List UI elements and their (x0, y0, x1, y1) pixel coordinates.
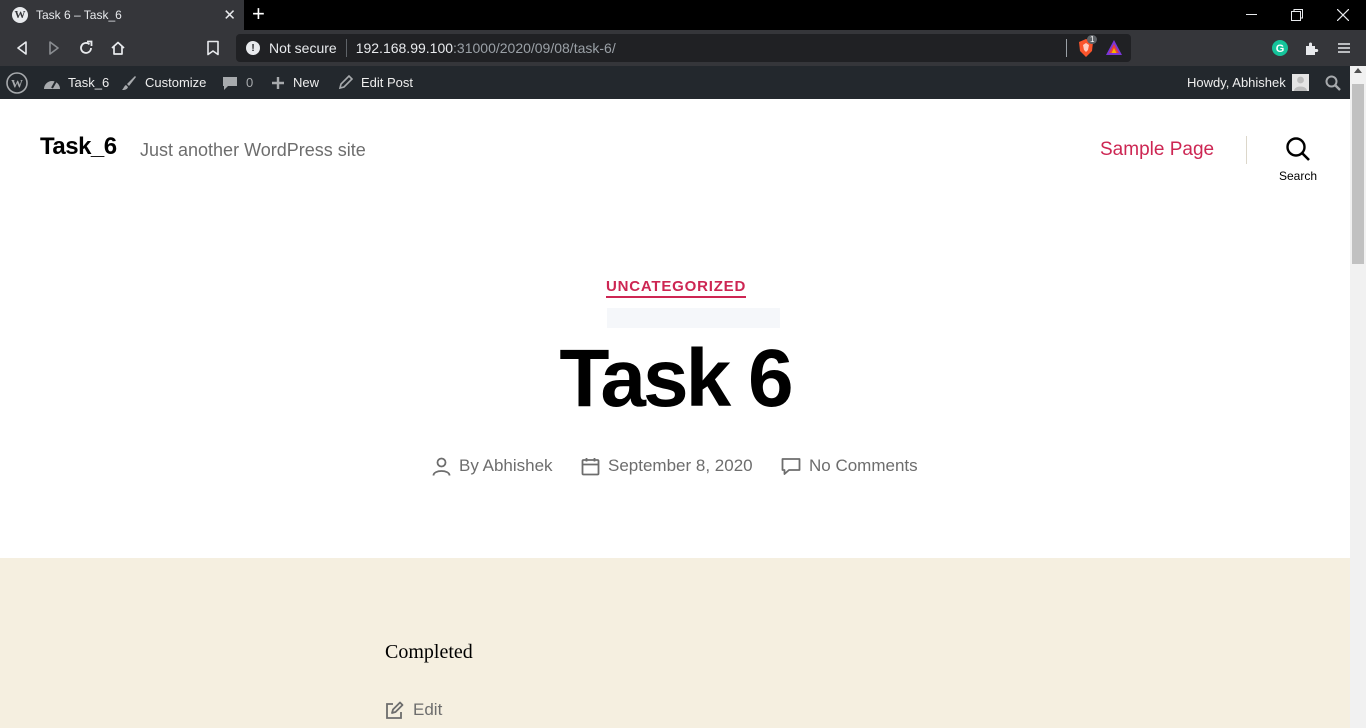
brush-icon (122, 75, 136, 90)
post-author-link[interactable]: By Abhishek (459, 456, 553, 476)
admin-customize-label: Customize (145, 75, 207, 90)
admin-comments-count: 0 (246, 75, 254, 90)
window-close-icon[interactable] (1320, 0, 1366, 30)
wordpress-favicon-icon: W (12, 7, 28, 23)
admin-site-name[interactable]: Task_6 (43, 66, 109, 99)
comment-icon (223, 76, 237, 90)
home-icon[interactable] (106, 36, 130, 60)
grammarly-icon[interactable]: G (1268, 36, 1292, 60)
browser-tab-active[interactable]: W Task 6 – Task_6 ✕ (0, 0, 244, 30)
dashboard-icon (44, 80, 60, 89)
restore-icon[interactable] (1274, 0, 1320, 30)
header-search-button[interactable]: Search (1272, 134, 1324, 184)
minimize-icon[interactable] (1228, 0, 1274, 30)
shields-separator (1066, 39, 1067, 57)
admin-search-icon[interactable] (1325, 66, 1341, 99)
post-author: By Abhishek (432, 455, 553, 477)
browser-tab-bar: W Task 6 – Task_6 ✕ + (0, 0, 1366, 30)
admin-site-name-label: Task_6 (68, 75, 110, 90)
admin-my-account[interactable]: Howdy, Abhishek (1187, 66, 1309, 99)
brave-rewards-icon[interactable] (1105, 39, 1123, 57)
tab-title: Task 6 – Task_6 (36, 8, 122, 22)
post-comments-link[interactable]: No Comments (809, 456, 918, 476)
search-label: Search (1278, 169, 1318, 183)
edit-label: Edit (413, 700, 443, 719)
shields-badge: 1 (1087, 35, 1098, 44)
url-host: 192.168.99.100 (355, 40, 454, 56)
plus-icon (272, 76, 284, 89)
edit-post-link[interactable]: Edit (385, 700, 442, 720)
forward-icon[interactable] (42, 36, 66, 60)
user-icon (432, 457, 451, 476)
header-separator (1246, 136, 1247, 164)
admin-edit-post-label: Edit Post (361, 75, 414, 90)
bookmark-icon[interactable] (201, 36, 225, 60)
not-secure-label[interactable]: Not secure (269, 40, 337, 56)
new-tab-button[interactable]: + (252, 3, 265, 25)
address-bar[interactable]: ! Not secure 192.168.99.100:31000/2020/0… (236, 34, 1131, 62)
site-description: Just another WordPress site (140, 140, 366, 160)
admin-customize[interactable]: Customize (121, 66, 206, 99)
admin-new-label: New (293, 75, 320, 90)
wp-admin-bar: W Task_6 Customize 0 New Edit Post Howdy… (0, 66, 1366, 99)
site-title[interactable]: Task_6 (40, 133, 117, 161)
scrollbar-thumb[interactable] (1352, 84, 1364, 264)
post-content-text: Completed (385, 641, 473, 663)
search-icon (1286, 137, 1310, 161)
admin-new[interactable]: New (271, 66, 319, 99)
faded-overlay (607, 308, 780, 328)
edit-icon (386, 701, 404, 719)
pencil-icon (338, 75, 353, 90)
avatar (1291, 74, 1309, 91)
post-content-area (0, 558, 1350, 728)
admin-comments[interactable]: 0 (222, 66, 253, 99)
wp-logo-icon[interactable]: W (6, 66, 28, 99)
category-link[interactable]: UNCATEGORIZED (606, 278, 747, 298)
svg-text:G: G (1276, 43, 1285, 55)
brave-shields-icon[interactable]: 1 (1077, 35, 1098, 58)
nav-sample-page[interactable]: Sample Page (1100, 139, 1214, 161)
calendar-icon (581, 457, 600, 475)
url-path: :31000/2020/09/08/task-6/ (453, 40, 616, 56)
reload-icon[interactable] (74, 36, 98, 60)
comment-bubble-icon (781, 457, 801, 475)
browser-toolbar: ! Not secure 192.168.99.100:31000/2020/0… (0, 30, 1366, 66)
back-icon[interactable] (10, 36, 34, 60)
tab-close-icon[interactable]: ✕ (223, 6, 236, 24)
menu-icon[interactable] (1332, 36, 1356, 60)
info-icon[interactable]: ! (246, 41, 260, 55)
address-bar-actions: 1 (1066, 35, 1123, 58)
svg-text:W: W (11, 76, 23, 90)
scroll-up-arrow-icon[interactable] (1354, 68, 1362, 73)
post-comments: No Comments (781, 455, 918, 477)
post-date: September 8, 2020 (581, 455, 753, 477)
extensions-icon[interactable] (1300, 36, 1324, 60)
howdy-label: Howdy, Abhishek (1187, 75, 1286, 90)
admin-edit-post[interactable]: Edit Post (338, 66, 413, 99)
post-date-link[interactable]: September 8, 2020 (608, 456, 753, 476)
address-separator (345, 39, 347, 57)
post-title: Task 6 (559, 333, 793, 424)
